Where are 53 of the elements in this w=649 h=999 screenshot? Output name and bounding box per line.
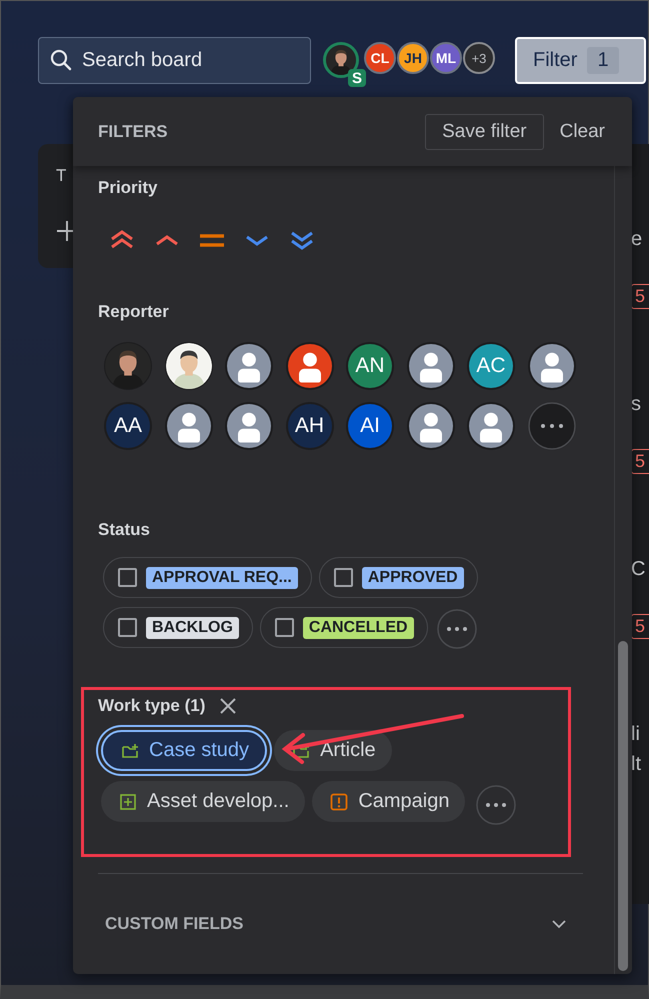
avatar[interactable]: CL	[364, 42, 396, 74]
section-label: Status	[98, 520, 151, 540]
save-filter-button[interactable]: Save filter	[425, 114, 544, 150]
folder-plus-icon	[121, 742, 139, 760]
section-label: Priority	[98, 178, 159, 198]
user-avatar-icon[interactable]	[530, 344, 574, 388]
user-avatar-icon[interactable]	[227, 344, 271, 388]
count-badge: 1	[587, 46, 619, 74]
user-avatar-icon[interactable]	[166, 404, 210, 448]
status-lozenge: BACKLOG	[146, 616, 239, 638]
avatar[interactable]: JH	[397, 42, 429, 74]
section-label: Reporter	[98, 302, 170, 322]
user-avatar-icon[interactable]	[288, 344, 332, 388]
filter-button[interactable]: Filter 1	[515, 36, 646, 84]
status-option[interactable]: BACKLOG	[103, 607, 253, 648]
status-lozenge: APPROVED	[362, 566, 464, 588]
status-option[interactable]: APPROVAL REQ...	[103, 557, 312, 598]
plus-square-icon	[119, 792, 137, 810]
scrollbar-thumb[interactable]	[618, 641, 628, 971]
clear-button[interactable]: Clear	[558, 116, 607, 146]
section-label: Work type (1)	[98, 696, 206, 716]
work-type-option[interactable]: Asset develop...	[101, 781, 306, 822]
card-title: li lt	[631, 722, 642, 777]
status-option[interactable]: CANCELLED	[260, 607, 428, 648]
work-type-option[interactable]: Campaign	[312, 781, 466, 822]
user-avatar-icon[interactable]	[469, 404, 513, 448]
search-icon	[50, 48, 72, 70]
status-lozenge: APPROVAL REQ...	[146, 566, 298, 588]
avatar[interactable]: AA	[106, 404, 150, 448]
column-title: T	[56, 166, 68, 186]
user-avatar-icon[interactable]	[408, 404, 452, 448]
user-avatar-icon[interactable]	[227, 404, 271, 448]
checkbox[interactable]	[118, 568, 137, 587]
checkbox[interactable]	[118, 618, 137, 637]
checkbox[interactable]	[334, 568, 353, 587]
search-field[interactable]: Search board	[38, 36, 311, 84]
checkbox[interactable]	[274, 618, 294, 637]
card-title: e	[631, 227, 644, 252]
user-avatar-icon[interactable]	[408, 344, 452, 388]
card-title: s	[631, 392, 642, 417]
avatar[interactable]: AI	[348, 404, 392, 448]
avatar[interactable]: AN	[348, 344, 392, 388]
alert-square-icon	[330, 792, 348, 810]
avatar-badge: S	[348, 69, 366, 87]
avatar[interactable]: ML	[430, 42, 462, 74]
card-title: C	[631, 557, 646, 582]
status-option[interactable]: APPROVED	[318, 557, 478, 598]
status-lozenge: CANCELLED	[302, 616, 414, 638]
close-icon[interactable]	[219, 697, 238, 715]
avatar[interactable]: AH	[288, 404, 332, 448]
more-count[interactable]: +3	[463, 42, 495, 74]
panel-title: FILTERS	[98, 122, 169, 142]
custom-fields-toggle[interactable]: CUSTOM FIELDS	[105, 914, 568, 934]
